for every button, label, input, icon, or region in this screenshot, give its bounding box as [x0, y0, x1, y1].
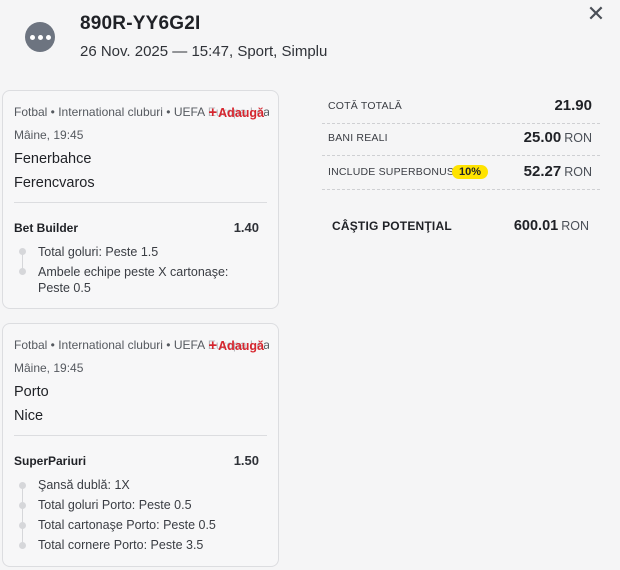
- total-odds-row: COTĂ TOTALĂ 21.90: [322, 92, 600, 124]
- stake-currency: RON: [564, 131, 592, 145]
- bonus-amount: 52.27: [523, 163, 562, 180]
- total-odds-label: COTĂ TOTALĂ: [328, 100, 402, 112]
- stake-row: BANI REALI 25.00 RON: [322, 124, 600, 156]
- bet-card: Fotbal • International cluburi • UEFA Eu…: [2, 323, 279, 567]
- home-team: Porto: [14, 384, 49, 400]
- bonus-label: INCLUDE SUPERBONUS: [328, 166, 455, 178]
- dot: [45, 34, 51, 40]
- away-team: Nice: [14, 408, 44, 424]
- market-odds: 1.40: [233, 220, 259, 235]
- ticket-meta: 26 Nov. 2025 — 15:47, Sport, Simplu: [80, 43, 328, 60]
- dot: [37, 34, 43, 40]
- selection-item: Şansă dublă: 1X: [38, 478, 130, 492]
- ticket-id: 890R-YY6G2I: [80, 13, 201, 34]
- add-button-label: Adaugă: [218, 339, 264, 353]
- plus-icon: +: [208, 337, 218, 354]
- event-time: Mâine, 19:45: [14, 128, 84, 142]
- selection-connector: [22, 487, 23, 547]
- more-dots-icon[interactable]: [25, 22, 55, 52]
- potential-win-currency: RON: [561, 219, 589, 233]
- stake-label: BANI REALI: [328, 132, 388, 144]
- selection-item: Total cornere Porto: Peste 3.5: [38, 538, 204, 552]
- add-button[interactable]: +Adaugă: [208, 337, 264, 354]
- selection-item: Total goluri: Peste 1.5: [38, 245, 159, 259]
- bonus-row: INCLUDE SUPERBONUS 10% 52.27 RON: [322, 158, 600, 190]
- plus-icon: +: [208, 104, 218, 121]
- home-team: Fenerbahce: [14, 151, 92, 167]
- close-icon[interactable]: ✕: [586, 3, 606, 25]
- away-team: Ferencvaros: [14, 175, 95, 191]
- dot: [29, 34, 35, 40]
- potential-win-amount: 600.01: [513, 218, 559, 234]
- bonus-currency: RON: [564, 165, 592, 179]
- market-title: Bet Builder: [14, 221, 79, 235]
- potential-win-value: 600.01 RON: [514, 218, 589, 234]
- bet-card: Fotbal • International cluburi • UEFA Eu…: [2, 90, 279, 309]
- divider: [14, 435, 267, 436]
- market-odds: 1.50: [233, 453, 259, 468]
- selection-dot: [19, 542, 26, 549]
- add-button[interactable]: +Adaugă: [208, 104, 264, 121]
- potential-win-label: CÂŞTIG POTENŢIAL: [332, 219, 452, 233]
- bonus-badge: 10%: [452, 165, 489, 179]
- stake-amount: 25.00: [523, 129, 562, 146]
- stake-value: 25.00 RON: [524, 129, 592, 146]
- add-button-label: Adaugă: [218, 106, 264, 120]
- divider: [14, 202, 267, 203]
- market-title: SuperPariuri: [14, 454, 87, 468]
- bonus-value: 52.27 RON: [524, 163, 592, 180]
- selection-dot: [19, 502, 26, 509]
- selection-dot: [19, 522, 26, 529]
- selection-dot: [19, 268, 26, 275]
- selection-item: Ambele echipe peste X cartonaşe: Peste 0…: [38, 265, 229, 295]
- selection-dot: [19, 248, 26, 255]
- event-time: Mâine, 19:45: [14, 361, 84, 375]
- selection-dot: [19, 482, 26, 489]
- selection-item: Total cartonaşe Porto: Peste 0.5: [38, 518, 216, 532]
- ticket-header: 890R-YY6G2I 26 Nov. 2025 — 15:47, Sport,…: [0, 0, 620, 80]
- selection-item: Total goluri Porto: Peste 0.5: [38, 498, 192, 512]
- total-odds-value: 21.90: [554, 97, 592, 114]
